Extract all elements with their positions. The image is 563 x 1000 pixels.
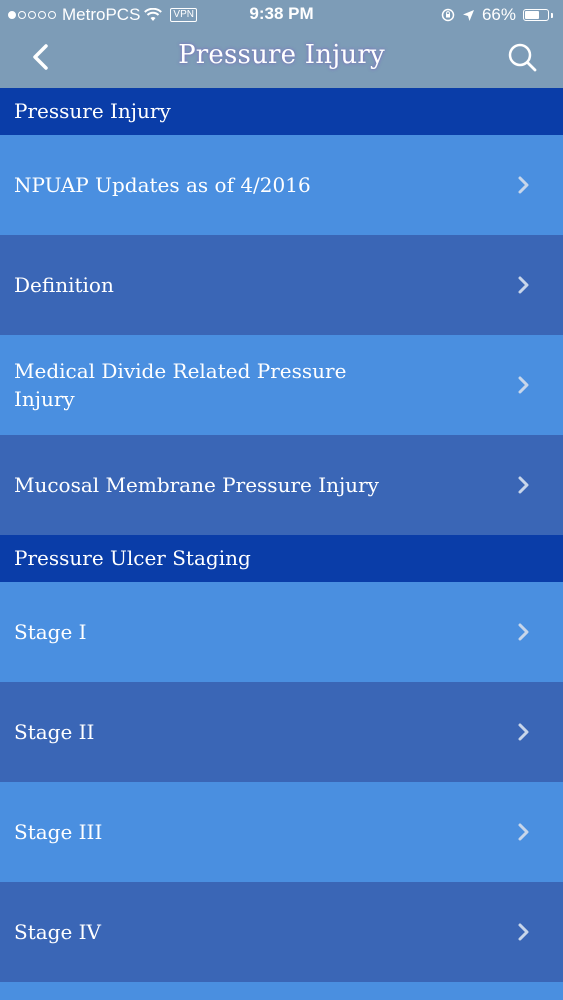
app-header: MetroPCS VPN 9:38 PM 66% Pressure Injury <box>0 0 563 88</box>
list-item-label: Stage III <box>14 820 103 844</box>
orientation-lock-icon <box>441 8 455 22</box>
section-header-pressure-injury: Pressure Injury <box>0 88 563 135</box>
chevron-right-icon <box>518 923 529 941</box>
list-item-stage-3[interactable]: Stage III <box>0 782 563 882</box>
battery-fill <box>525 11 539 19</box>
list-item-label: Stage IV <box>14 920 102 944</box>
search-icon <box>508 43 537 72</box>
list-item-label: NPUAP Updates as of 4/2016 <box>14 173 311 197</box>
status-right: 66% <box>441 5 553 25</box>
chevron-left-icon <box>33 44 48 70</box>
menu-list: Pressure Injury NPUAP Updates as of 4/20… <box>0 88 563 1000</box>
chevron-right-icon <box>518 476 529 494</box>
list-item-stage-4[interactable]: Stage IV <box>0 882 563 982</box>
location-arrow-icon <box>462 9 474 21</box>
search-button[interactable] <box>503 38 543 78</box>
list-item-medical-device-related[interactable]: Medical Divide Related Pressure Injury <box>0 335 563 435</box>
battery-icon <box>523 9 549 21</box>
chevron-right-icon <box>518 723 529 741</box>
navigation-bar: Pressure Injury <box>0 30 563 88</box>
list-item-stage-1[interactable]: Stage I <box>0 582 563 682</box>
chevron-right-icon <box>518 176 529 194</box>
status-bar: MetroPCS VPN 9:38 PM 66% <box>0 0 563 30</box>
chevron-right-icon <box>518 623 529 641</box>
list-item-stage-2[interactable]: Stage II <box>0 682 563 782</box>
list-item-mucosal-membrane[interactable]: Mucosal Membrane Pressure Injury <box>0 435 563 535</box>
list-item-partial <box>0 982 563 1000</box>
back-button[interactable] <box>22 38 62 78</box>
battery-percent: 66% <box>481 5 516 24</box>
list-item-label: Stage II <box>14 720 95 744</box>
chevron-right-icon <box>518 823 529 841</box>
list-item-label: Stage I <box>14 620 87 644</box>
chevron-right-icon <box>518 276 529 294</box>
battery-cap <box>551 12 553 18</box>
list-item-definition[interactable]: Definition <box>0 235 563 335</box>
list-item-label: Definition <box>14 273 114 297</box>
section-header-pressure-ulcer-staging: Pressure Ulcer Staging <box>0 535 563 582</box>
list-item-label: Medical Divide Related Pressure Injury <box>14 359 347 411</box>
list-item-label: Mucosal Membrane Pressure Injury <box>14 473 379 497</box>
page-title: Pressure Injury <box>178 40 385 70</box>
chevron-right-icon <box>518 376 529 394</box>
list-item-npuap-updates[interactable]: NPUAP Updates as of 4/2016 <box>0 135 563 235</box>
